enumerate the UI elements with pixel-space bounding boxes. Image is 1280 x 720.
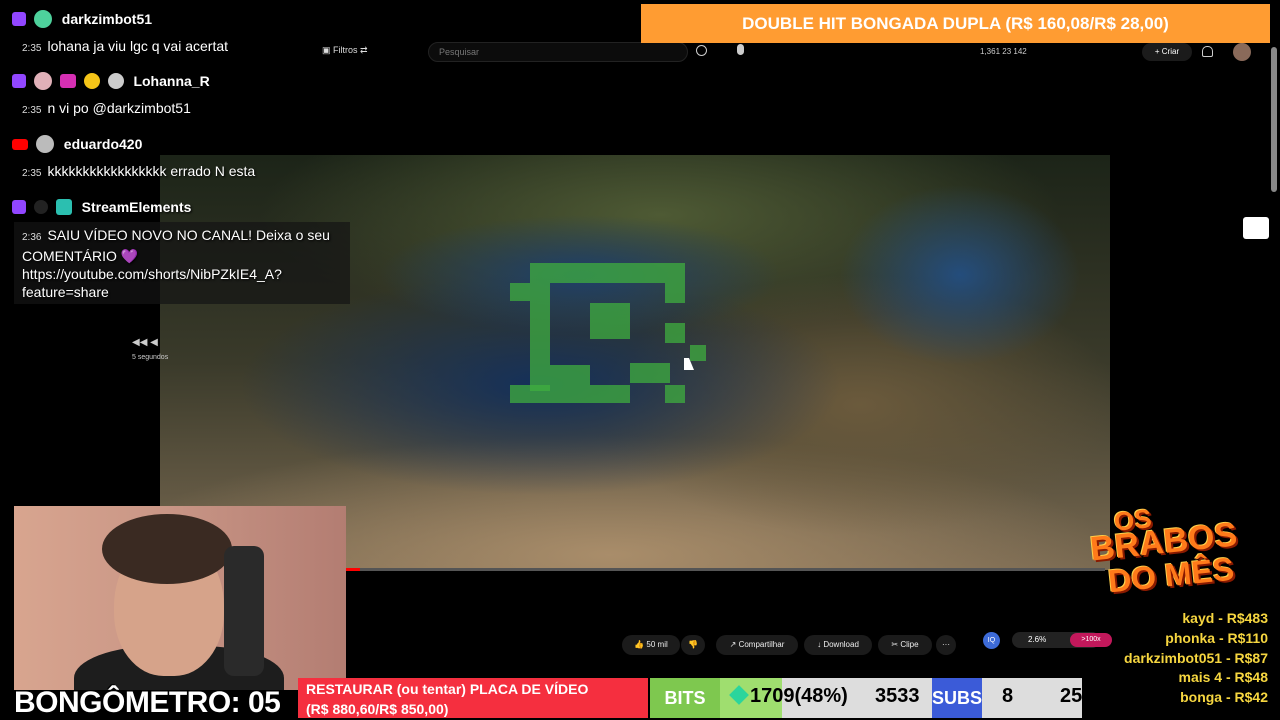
- leaderboard-entry: phonka - R$110: [1165, 630, 1268, 646]
- rewind-label: 5 segundos: [132, 354, 169, 361]
- emote-icon: [83, 73, 100, 90]
- badge-icon: [59, 74, 76, 89]
- twitch-icon: [12, 74, 26, 89]
- youtube-icon: [12, 138, 28, 150]
- download-label: Download: [823, 640, 859, 649]
- donation-goal-banner: DOUBLE HIT BONGADA DUPLA (R$ 160,08/R$ 2…: [641, 4, 1270, 43]
- microphone-icon: [224, 546, 264, 676]
- chat-username: StreamElements: [81, 199, 192, 216]
- webcam-feed: [14, 506, 346, 690]
- video-progress-played: [345, 568, 360, 571]
- chat-timestamp: 2:35: [22, 168, 42, 179]
- like-count: 50 mil: [646, 640, 668, 649]
- bongometro-counter: BONGÔMETRO: 05: [14, 686, 281, 719]
- extension-stats: 1,361 23 142: [980, 47, 1027, 56]
- leaderboard-entry: mais 4 - R$48: [1178, 669, 1269, 685]
- chat-message: COMENTÁRIO 💜: [22, 248, 139, 264]
- chat-username: eduardo420: [63, 136, 143, 153]
- microphone-icon[interactable]: [737, 44, 744, 55]
- chat-message-row: 2:35 kkkkkkkkkkkkkkkkk errado N esta: [22, 163, 255, 179]
- badge-icon: [33, 200, 48, 215]
- chat-header-row: StreamElements: [12, 198, 192, 216]
- chat-message: SAIU VÍDEO NOVO NO CANAL! Deixa o seu: [47, 227, 330, 243]
- twitch-icon: [12, 200, 26, 215]
- subs-label: SUBS: [932, 678, 982, 718]
- filters-label: Filtros: [333, 45, 358, 55]
- search-input[interactable]: Pesquisar: [428, 42, 688, 62]
- filters-chip[interactable]: ▣ Filtros ⇄: [322, 45, 368, 56]
- bits-goal: 3533: [875, 685, 920, 707]
- create-label: Criar: [1161, 47, 1180, 56]
- more-button[interactable]: ···: [936, 635, 956, 655]
- twitch-icon: [12, 12, 26, 27]
- user-avatar: [33, 72, 52, 91]
- chat-username: Lohanna_R: [133, 73, 210, 90]
- overlay-widget-icon: [1243, 217, 1269, 239]
- chat-link[interactable]: https://youtube.com/shorts/NibPZkIE4_A?: [22, 266, 282, 282]
- user-avatar: [35, 135, 54, 154]
- subs-goal: 25: [1060, 685, 1083, 707]
- user-avatar: [33, 10, 52, 29]
- leaderboard-entry: bonga - R$42: [1180, 689, 1268, 705]
- search-icon[interactable]: [696, 45, 707, 56]
- rewind-icon: ◀◀ ◀: [132, 337, 158, 348]
- chat-header-row: Lohanna_R: [12, 72, 210, 91]
- download-button[interactable]: ↓ Download: [804, 635, 872, 655]
- subs-value: 8: [1002, 685, 1014, 707]
- chat-message: lohana ja viu lgc q vai acertat: [47, 38, 229, 54]
- leaderboard-entry: kayd - R$483: [1182, 610, 1268, 626]
- chat-timestamp: 2:35: [22, 43, 42, 54]
- chat-timestamp: 2:35: [22, 105, 42, 116]
- create-button[interactable]: + Criar: [1142, 43, 1192, 61]
- metric-value: 2.6%: [1028, 635, 1047, 644]
- bits-value: 1709(48%): [750, 685, 848, 707]
- leaderboard-entry: darkzimbot051 - R$87: [1124, 650, 1268, 666]
- goal-title: RESTAURAR (ou tentar) PLACA DE VÍDEO: [306, 681, 589, 697]
- share-label: Compartilhar: [738, 640, 785, 649]
- chat-message: n vi po @darkzimbot51: [47, 100, 191, 116]
- chat-username: darkzimbot51: [61, 11, 153, 28]
- chat-message: kkkkkkkkkkkkkkkkk errado N esta: [47, 163, 256, 179]
- chat-message-row: 2:35 n vi po @darkzimbot51: [22, 100, 191, 116]
- extension-metric: 2.6% >100x: [1012, 632, 1112, 648]
- page-scrollbar[interactable]: [1271, 47, 1277, 192]
- chat-header-row: eduardo420: [12, 135, 143, 154]
- like-button[interactable]: 👍 50 mil: [622, 635, 680, 655]
- share-button[interactable]: ↗ Compartilhar: [716, 635, 798, 655]
- goal-amount: (R$ 880,60/R$ 850,00): [306, 701, 449, 717]
- metric-tag: >100x: [1070, 633, 1112, 647]
- chat-header-row: darkzimbot51: [12, 10, 153, 29]
- chat-message-row: 2:36 SAIU VÍDEO NOVO NO CANAL! Deixa o se…: [22, 226, 330, 301]
- brabos-do-mes-logo: OS BRABOS DO MÊS: [1088, 503, 1258, 605]
- mouse-cursor: [684, 358, 694, 370]
- dislike-button[interactable]: 👎: [681, 635, 705, 655]
- chat-message-row: 2:35 lohana ja viu lgc q vai acertat: [22, 38, 228, 54]
- account-avatar[interactable]: [1233, 43, 1251, 61]
- notifications-bell-icon[interactable]: [1202, 46, 1213, 57]
- badge-icon: [107, 73, 124, 90]
- clip-button[interactable]: ✂ Clipe: [878, 635, 932, 655]
- search-placeholder: Pesquisar: [439, 47, 480, 57]
- extension-badge[interactable]: IQ: [983, 632, 1000, 649]
- chat-timestamp: 2:36: [22, 232, 42, 243]
- bot-icon: [55, 199, 72, 216]
- clip-label: Clipe: [900, 640, 919, 649]
- chat-link[interactable]: feature=share: [22, 284, 109, 300]
- donation-goal-box: RESTAURAR (ou tentar) PLACA DE VÍDEO (R$…: [298, 678, 648, 718]
- video-progress-bar[interactable]: [345, 568, 1105, 571]
- bits-label: BITS: [650, 678, 720, 718]
- webcam-hair: [102, 514, 232, 584]
